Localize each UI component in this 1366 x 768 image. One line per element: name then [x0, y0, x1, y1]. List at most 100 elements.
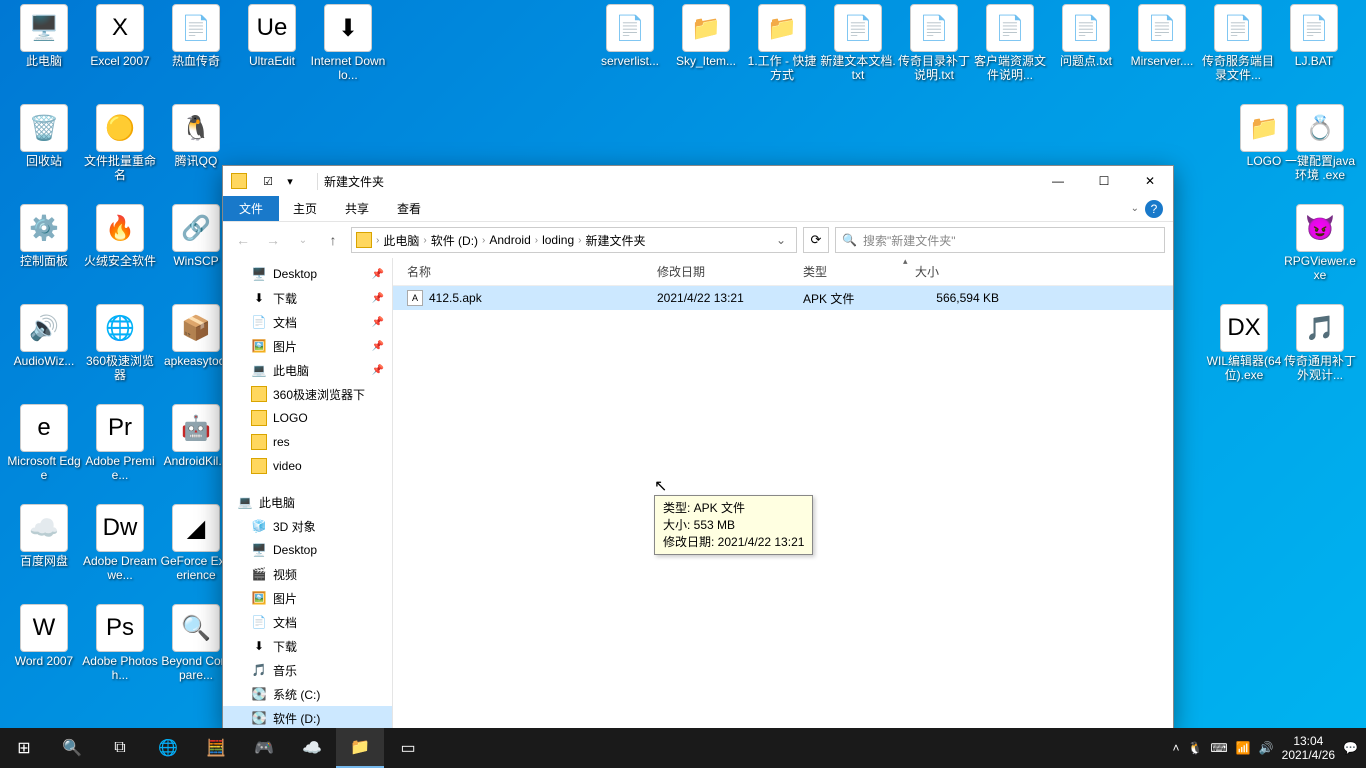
desktop-icon[interactable]: 💍一键配置java环境 .exe — [1282, 104, 1358, 183]
icon-label: Mirserver.... — [1124, 54, 1200, 68]
breadcrumb[interactable]: 新建文件夹 — [581, 232, 649, 249]
recent-dropdown[interactable]: ⌄ — [291, 228, 315, 252]
col-name[interactable]: 名称 — [393, 258, 649, 285]
nav-item[interactable]: 🖥️Desktop — [223, 538, 392, 562]
desktop-icon[interactable]: 📁1.工作 - 快捷方式 — [744, 4, 820, 83]
nav-item[interactable]: 💽软件 (D:) — [223, 706, 392, 730]
tray-network-icon[interactable]: 📶 — [1236, 741, 1251, 755]
refresh-button[interactable]: ⟳ — [803, 227, 829, 253]
desktop-icon[interactable]: 🗑️回收站 — [6, 104, 82, 168]
address-bar[interactable]: › 此电脑› 软件 (D:)› Android› loding› 新建文件夹 ⌄ — [351, 227, 797, 253]
breadcrumb[interactable]: 软件 (D:) — [427, 232, 482, 249]
tab-home[interactable]: 主页 — [279, 196, 331, 221]
tray-clock[interactable]: 13:04 2021/4/26 — [1282, 734, 1335, 763]
nav-item[interactable]: 📄文档 — [223, 610, 392, 634]
tray-input-icon[interactable]: ⌨ — [1210, 741, 1227, 755]
nav-item[interactable]: 🎬视频 — [223, 562, 392, 586]
minimize-button[interactable]: — — [1035, 166, 1081, 196]
nav-item[interactable]: 360极速浏览器下 — [223, 382, 392, 406]
nav-item[interactable]: 💽系统 (C:) — [223, 682, 392, 706]
help-icon[interactable]: ? — [1145, 200, 1163, 218]
taskbar-app[interactable]: 🌐 — [144, 728, 192, 768]
desktop-icon[interactable]: 📄传奇服务端目录文件... — [1200, 4, 1276, 83]
tray-chevron-icon[interactable]: ˄ — [1172, 741, 1179, 755]
col-type[interactable]: 类型 — [795, 258, 907, 285]
tray-volume-icon[interactable]: 🔊 — [1259, 741, 1274, 755]
desktop-icon[interactable]: 📄新建文本文档.txt — [820, 4, 896, 83]
nav-thispc[interactable]: 💻此电脑 — [223, 490, 392, 514]
icon-label: Excel 2007 — [82, 54, 158, 68]
nav-item[interactable]: 🖼️图片 — [223, 586, 392, 610]
desktop-icon[interactable]: DXWIL编辑器(64位).exe — [1206, 304, 1282, 383]
close-button[interactable]: ✕ — [1127, 166, 1173, 196]
desktop-icon[interactable]: 📄问题点.txt — [1048, 4, 1124, 68]
nav-item[interactable]: video — [223, 454, 392, 478]
desktop-icon[interactable]: 😈RPGViewer.exe — [1282, 204, 1358, 283]
desktop-icon[interactable]: 📄客户端资源文件说明... — [972, 4, 1048, 83]
desktop-icon[interactable]: 🔊AudioWiz... — [6, 304, 82, 368]
taskbar-app[interactable]: 🎮 — [240, 728, 288, 768]
taskbar-explorer[interactable]: 📁 — [336, 728, 384, 768]
search-input[interactable]: 🔍 搜索"新建文件夹" — [835, 227, 1165, 253]
nav-item[interactable]: LOGO — [223, 406, 392, 430]
maximize-button[interactable]: ☐ — [1081, 166, 1127, 196]
desktop-icon[interactable]: 🎵传奇通用补丁外观计... — [1282, 304, 1358, 383]
nav-item[interactable]: res — [223, 430, 392, 454]
down-icon: ⬇ — [251, 638, 267, 654]
desktop-icon[interactable]: ⚙️控制面板 — [6, 204, 82, 268]
breadcrumb[interactable]: Android — [485, 233, 534, 247]
taskbar-app[interactable]: ☁️ — [288, 728, 336, 768]
desktop-icon[interactable]: ☁️百度网盘 — [6, 504, 82, 568]
qat-newfolder-icon[interactable]: ▾ — [281, 172, 299, 190]
desktop-icon[interactable]: 📄传奇目录补丁说明.txt — [896, 4, 972, 83]
file-tab[interactable]: 文件 — [223, 196, 279, 221]
nav-item[interactable]: 🎵音乐 — [223, 658, 392, 682]
nav-item[interactable]: 🧊3D 对象 — [223, 514, 392, 538]
taskbar-app[interactable]: ▭ — [384, 728, 432, 768]
desktop-icon[interactable]: UeUltraEdit — [234, 4, 310, 68]
tray-notifications-icon[interactable]: 💬 — [1343, 741, 1358, 755]
desktop-icon[interactable]: 🔥火绒安全软件 — [82, 204, 158, 268]
nav-item[interactable]: ⬇下载📌 — [223, 286, 392, 310]
qat-properties-icon[interactable]: ☑ — [259, 172, 277, 190]
desktop-icon[interactable]: PrAdobe Premie... — [82, 404, 158, 483]
nav-item[interactable]: 📄文档📌 — [223, 310, 392, 334]
tray-app-icon[interactable]: 🐧 — [1187, 741, 1202, 755]
desktop-icon[interactable]: 🟡文件批量重命名 — [82, 104, 158, 183]
up-button[interactable]: ↑ — [321, 228, 345, 252]
nav-item[interactable]: ⬇下载 — [223, 634, 392, 658]
desktop-icon[interactable]: eMicrosoft Edge — [6, 404, 82, 483]
desktop-icon[interactable]: 📄serverlist... — [592, 4, 668, 68]
desktop-icon[interactable]: 📁Sky_Item... — [668, 4, 744, 68]
forward-button[interactable]: → — [261, 228, 285, 252]
nav-item[interactable]: 🖥️Desktop📌 — [223, 262, 392, 286]
col-size[interactable]: 大小 — [907, 258, 1007, 285]
tab-view[interactable]: 查看 — [383, 196, 435, 221]
desktop-icon[interactable]: WWord 2007 — [6, 604, 82, 668]
desktop-icon[interactable]: 📄LJ.BAT — [1276, 4, 1352, 68]
col-date[interactable]: 修改日期 — [649, 258, 795, 285]
desktop-icon[interactable]: DwAdobe Dreamwe... — [82, 504, 158, 583]
desktop-icon[interactable]: 📄Mirserver.... — [1124, 4, 1200, 68]
breadcrumb[interactable]: loding — [538, 233, 578, 247]
desktop-icon[interactable]: ⬇Internet Downlo... — [310, 4, 386, 83]
start-button[interactable]: ⊞ — [0, 728, 48, 768]
ribbon-expand-icon[interactable]: ⌄ — [1131, 203, 1139, 214]
desktop-icon[interactable]: 📄热血传奇 — [158, 4, 234, 68]
tab-share[interactable]: 共享 — [331, 196, 383, 221]
file-row[interactable]: A412.5.apk2021/4/22 13:21APK 文件566,594 K… — [393, 286, 1173, 310]
search-button[interactable]: 🔍 — [48, 728, 96, 768]
desktop-icon[interactable]: 🌐360极速浏览器 — [82, 304, 158, 383]
taskview-button[interactable]: ⧉ — [96, 728, 144, 768]
desktop-icon[interactable]: 🖥️此电脑 — [6, 4, 82, 68]
taskbar-app[interactable]: 🧮 — [192, 728, 240, 768]
app-icon: 🔥 — [96, 204, 144, 252]
desktop-icon[interactable]: XExcel 2007 — [82, 4, 158, 68]
address-dropdown-icon[interactable]: ⌄ — [770, 233, 792, 247]
back-button[interactable]: ← — [231, 228, 255, 252]
nav-item[interactable]: 🖼️图片📌 — [223, 334, 392, 358]
desktop-icon[interactable]: PsAdobe Photosh... — [82, 604, 158, 683]
nav-item[interactable]: 💻此电脑📌 — [223, 358, 392, 382]
breadcrumb[interactable]: 此电脑 — [379, 232, 423, 249]
desktop-icon[interactable]: 🐧腾讯QQ — [158, 104, 234, 168]
